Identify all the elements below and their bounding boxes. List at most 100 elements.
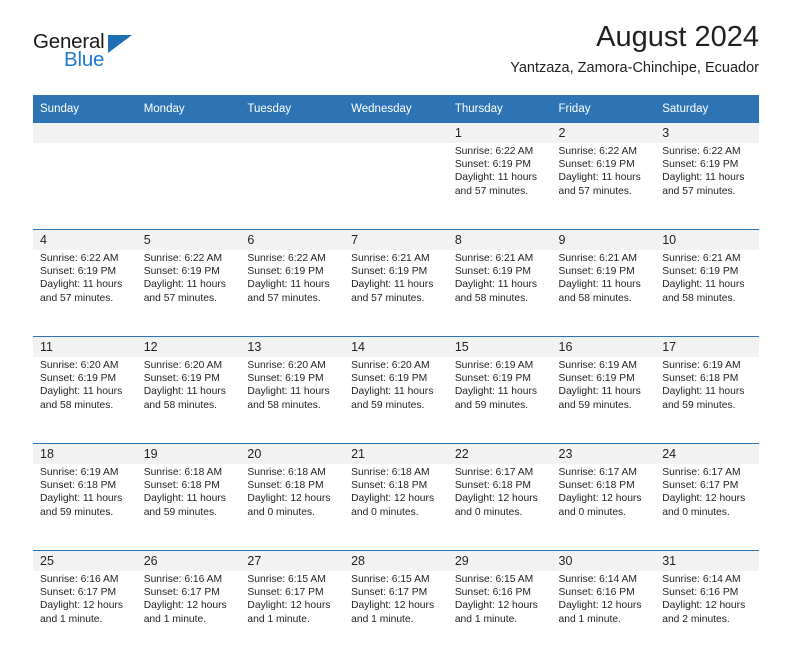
daylight-text-line1: Daylight: 12 hours [662, 600, 746, 612]
sunrise-text: Sunrise: 6:19 AM [40, 467, 119, 478]
daylight-text-line1: Daylight: 11 hours [143, 493, 226, 505]
daylight-text-line2: and 0 minutes. [247, 506, 315, 518]
sunrise-text: Sunrise: 6:16 AM [40, 574, 119, 585]
sunset-text: Sunset: 6:18 PM [247, 480, 324, 492]
calendar-header-row: Sunday Monday Tuesday Wednesday Thursday… [33, 95, 759, 123]
page-header: General Blue August 2024 Yantzaza, Zamor… [33, 0, 759, 95]
day-cell: Sunrise: 6:18 AM Sunset: 6:18 PM Dayligh… [240, 464, 345, 551]
day-number: 16 [551, 336, 656, 357]
week-1-details: Sunrise: 6:22 AM Sunset: 6:19 PM Dayligh… [33, 143, 759, 230]
sunrise-text: Sunrise: 6:20 AM [247, 360, 326, 371]
sunrise-text: Sunrise: 6:19 AM [558, 360, 637, 371]
daylight-text-line1: Daylight: 11 hours [454, 386, 538, 398]
daylight-text-line1: Daylight: 11 hours [351, 279, 434, 291]
daylight-text-line2: and 57 minutes. [454, 185, 529, 197]
sunrise-text: Sunrise: 6:22 AM [662, 146, 741, 157]
general-blue-logo[interactable]: General Blue [33, 30, 153, 76]
daylight-text-line2: and 0 minutes. [558, 506, 627, 518]
sunset-text: Sunset: 6:18 PM [40, 480, 117, 492]
daylight-text-line2: and 1 minute. [143, 613, 207, 625]
daylight-text-line2: and 1 minute. [247, 613, 310, 625]
daylight-text-line2: and 59 minutes. [143, 506, 217, 518]
day-number: 22 [447, 443, 552, 464]
sunset-text: Sunset: 6:17 PM [247, 587, 324, 599]
calendar-page: General Blue August 2024 Yantzaza, Zamor… [0, 0, 792, 657]
day-cell [240, 143, 345, 230]
sunrise-sunset-calendar-table: Sunday Monday Tuesday Wednesday Thursday… [33, 95, 759, 657]
week-4-details: Sunrise: 6:19 AM Sunset: 6:18 PM Dayligh… [33, 464, 759, 551]
sunrise-text: Sunrise: 6:20 AM [351, 360, 430, 371]
day-cell: Sunrise: 6:19 AM Sunset: 6:18 PM Dayligh… [33, 464, 137, 551]
weekday-header-monday: Monday [136, 95, 241, 123]
day-number: 23 [551, 443, 656, 464]
sunset-text: Sunset: 6:19 PM [558, 159, 635, 171]
sunrise-text: Sunrise: 6:21 AM [351, 253, 430, 264]
day-number: 11 [33, 336, 137, 357]
day-number: 31 [655, 550, 759, 571]
day-cell: Sunrise: 6:22 AM Sunset: 6:19 PM Dayligh… [551, 143, 656, 230]
daylight-text-line2: and 57 minutes. [351, 292, 425, 304]
day-cell: Sunrise: 6:20 AM Sunset: 6:19 PM Dayligh… [344, 357, 448, 444]
sunset-text: Sunset: 6:19 PM [247, 266, 324, 278]
sunrise-text: Sunrise: 6:16 AM [143, 574, 223, 585]
sunset-text: Sunset: 6:19 PM [454, 373, 531, 385]
day-cell [344, 143, 448, 230]
day-cell: Sunrise: 6:21 AM Sunset: 6:19 PM Dayligh… [655, 250, 759, 337]
weekday-header-tuesday: Tuesday [240, 95, 345, 123]
daylight-text-line2: and 59 minutes. [351, 399, 425, 411]
daylight-text-line1: Daylight: 12 hours [247, 493, 331, 505]
day-number: 6 [240, 229, 345, 250]
sunrise-text: Sunrise: 6:18 AM [247, 467, 326, 478]
sunset-text: Sunset: 6:19 PM [351, 266, 428, 278]
daylight-text-line1: Daylight: 12 hours [40, 600, 123, 612]
day-number: 12 [136, 336, 241, 357]
week-2-daynumbers: 4 5 6 7 8 9 10 [33, 229, 759, 250]
day-number [33, 123, 137, 143]
daylight-text-line2: and 59 minutes. [662, 399, 736, 411]
daylight-text-line2: and 0 minutes. [351, 506, 419, 518]
daylight-text-line1: Daylight: 12 hours [558, 493, 642, 505]
day-cell: Sunrise: 6:14 AM Sunset: 6:16 PM Dayligh… [655, 571, 759, 657]
day-number: 15 [447, 336, 552, 357]
sunset-text: Sunset: 6:17 PM [351, 587, 428, 599]
daylight-text-line2: and 1 minute. [40, 613, 103, 625]
daylight-text-line2: and 57 minutes. [143, 292, 217, 304]
sunrise-text: Sunrise: 6:14 AM [662, 574, 741, 585]
sunset-text: Sunset: 6:16 PM [454, 587, 531, 599]
sunrise-text: Sunrise: 6:18 AM [351, 467, 430, 478]
sunset-text: Sunset: 6:19 PM [351, 373, 428, 385]
weekday-header-friday: Friday [551, 95, 656, 123]
sunrise-text: Sunrise: 6:21 AM [662, 253, 741, 264]
daylight-text-line2: and 0 minutes. [454, 506, 523, 518]
sunrise-text: Sunrise: 6:14 AM [558, 574, 637, 585]
day-number: 8 [447, 229, 552, 250]
day-cell: Sunrise: 6:14 AM Sunset: 6:16 PM Dayligh… [551, 571, 656, 657]
page-title: August 2024 [596, 21, 759, 53]
page-subtitle: Yantzaza, Zamora-Chinchipe, Ecuador [510, 60, 759, 77]
day-cell: Sunrise: 6:22 AM Sunset: 6:19 PM Dayligh… [447, 143, 552, 230]
daylight-text-line1: Daylight: 11 hours [351, 386, 434, 398]
week-5-details: Sunrise: 6:16 AM Sunset: 6:17 PM Dayligh… [33, 571, 759, 657]
day-cell: Sunrise: 6:20 AM Sunset: 6:19 PM Dayligh… [240, 357, 345, 444]
day-cell: Sunrise: 6:19 AM Sunset: 6:19 PM Dayligh… [551, 357, 656, 444]
daylight-text-line2: and 1 minute. [454, 613, 518, 625]
day-cell: Sunrise: 6:22 AM Sunset: 6:19 PM Dayligh… [33, 250, 137, 337]
day-number: 4 [33, 229, 137, 250]
day-number: 27 [240, 550, 345, 571]
sunset-text: Sunset: 6:17 PM [40, 587, 117, 599]
logo-text-blue: Blue [64, 48, 105, 71]
daylight-text-line1: Daylight: 11 hours [662, 279, 745, 291]
sunset-text: Sunset: 6:19 PM [558, 266, 635, 278]
sunset-text: Sunset: 6:18 PM [662, 373, 739, 385]
daylight-text-line2: and 2 minutes. [662, 613, 730, 625]
logo-triangle-icon [108, 35, 132, 53]
day-cell: Sunrise: 6:21 AM Sunset: 6:19 PM Dayligh… [551, 250, 656, 337]
daylight-text-line1: Daylight: 11 hours [454, 172, 538, 184]
day-cell: Sunrise: 6:20 AM Sunset: 6:19 PM Dayligh… [136, 357, 241, 444]
sunset-text: Sunset: 6:19 PM [40, 266, 117, 278]
sunrise-text: Sunrise: 6:22 AM [558, 146, 637, 157]
day-number: 5 [136, 229, 241, 250]
day-cell: Sunrise: 6:15 AM Sunset: 6:16 PM Dayligh… [447, 571, 552, 657]
title-block: August 2024 Yantzaza, Zamora-Chinchipe, … [510, 21, 759, 77]
sunrise-text: Sunrise: 6:22 AM [40, 253, 119, 264]
